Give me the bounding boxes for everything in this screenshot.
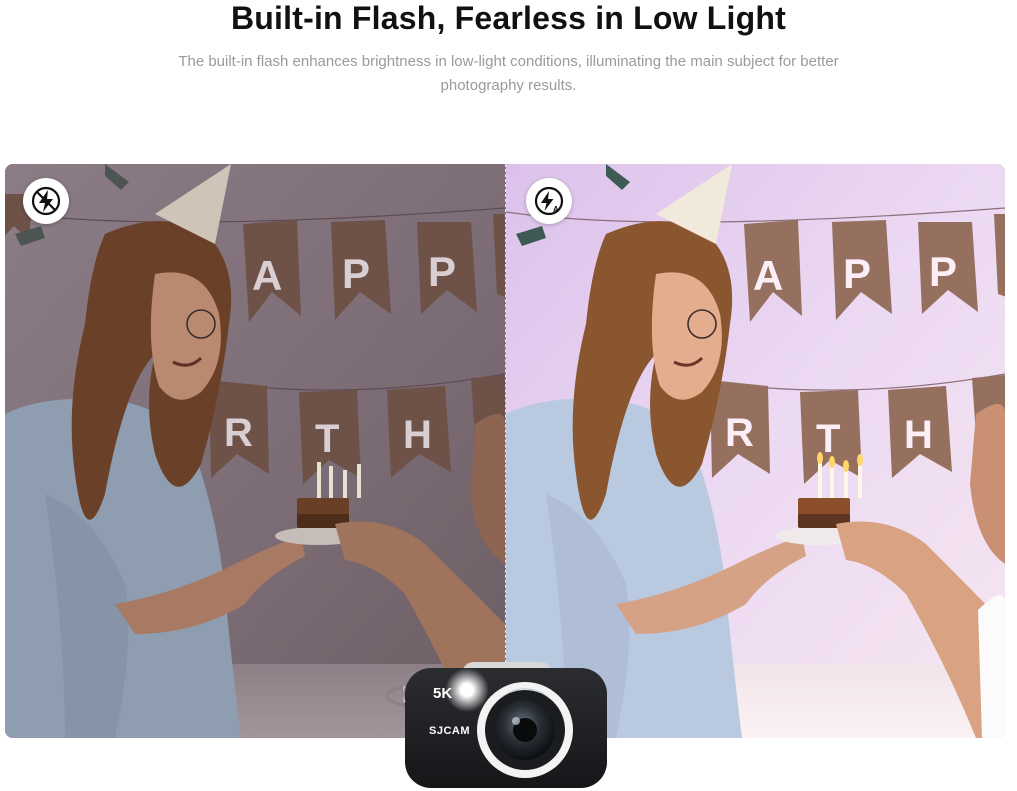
banner-letter: A [252, 252, 282, 299]
flash-off-icon [23, 178, 69, 224]
svg-text:A: A [553, 205, 559, 214]
banner-letter: P [428, 248, 456, 295]
flash-comparison-image: A P P R T H A P P R T H A [5, 164, 1005, 738]
camera-brand-label: SJCAM [429, 725, 470, 737]
banner-letter: R [725, 411, 754, 455]
banner-letter: H [403, 413, 432, 457]
flash-auto-icon: A [526, 178, 572, 224]
section-description: The built-in flash enhances brightness i… [178, 53, 839, 94]
banner-letter: A [753, 252, 783, 299]
section-title: Built-in Flash, Fearless in Low Light [231, 0, 786, 36]
flash-feature-section: Built-in Flash, Fearless in Low Light Th… [0, 0, 1017, 791]
camera-product-image: 5K SJCAM [401, 660, 609, 790]
banner-letter: R [224, 411, 253, 455]
comparison-divider[interactable] [505, 164, 506, 738]
banner-letter: P [342, 250, 370, 297]
banner-letter: P [929, 248, 957, 295]
banner-letter: P [843, 250, 871, 297]
banner-letter: H [904, 413, 933, 457]
no-flash-photo: A P P R T H [5, 164, 505, 738]
banner-letter: T [315, 417, 339, 461]
flash-photo: A P P R T H [506, 164, 1005, 738]
